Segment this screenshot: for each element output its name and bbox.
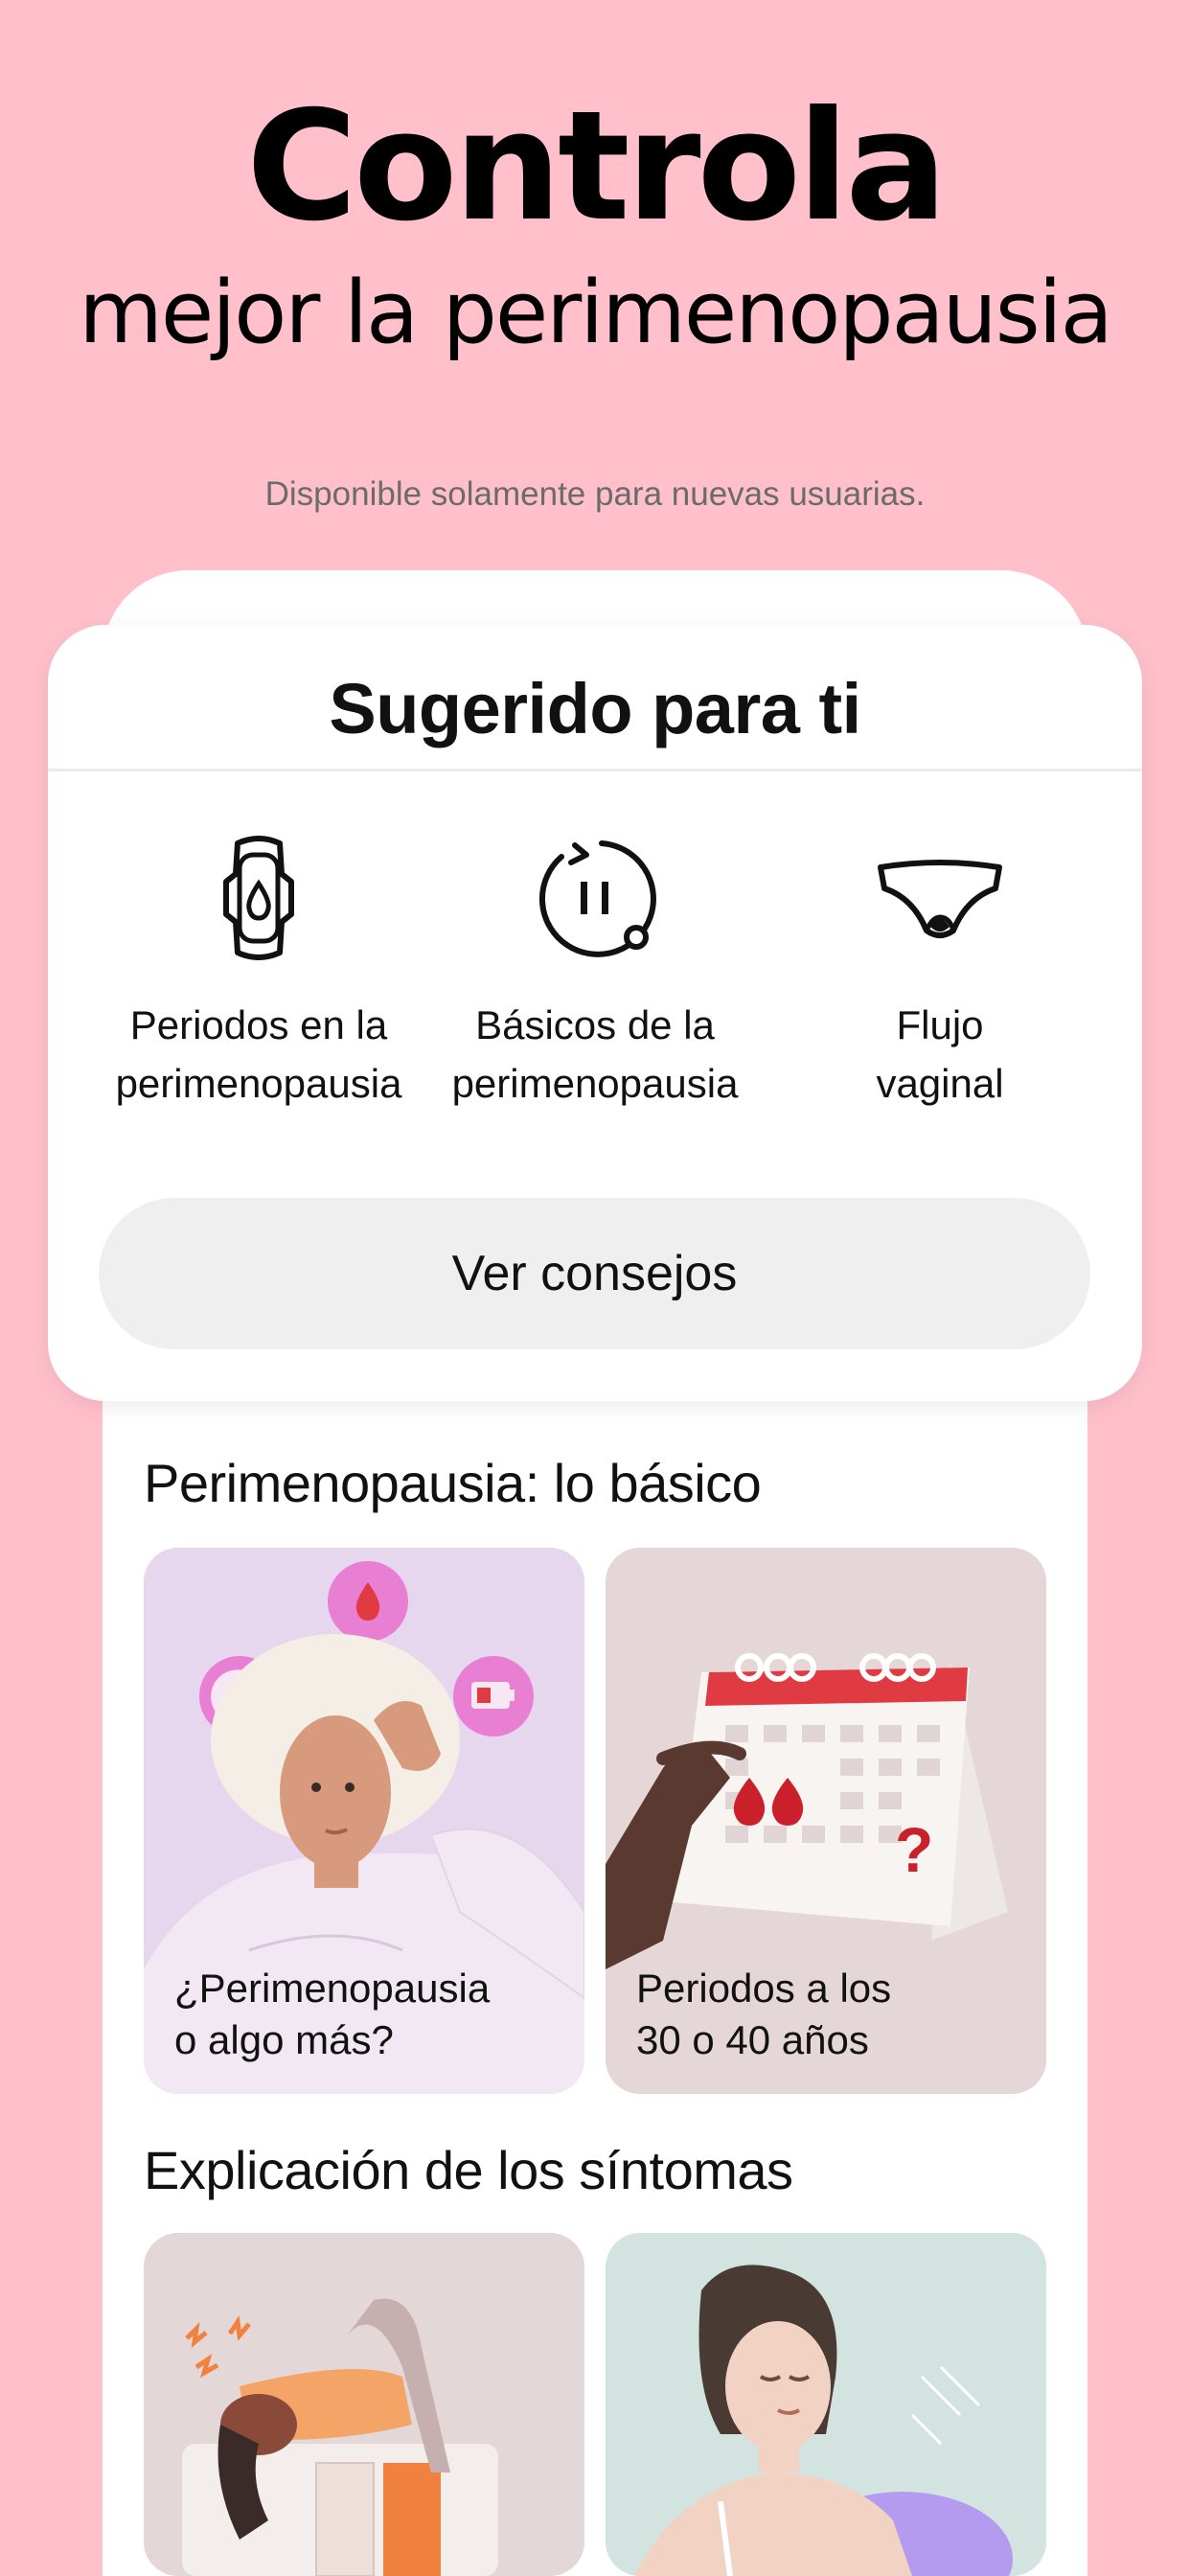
hero-title: Controla: [246, 79, 948, 255]
cycle-pause-icon: [538, 840, 656, 957]
article-tile-symptom-fatigue[interactable]: [144, 2233, 584, 2576]
woman-lying-illustration: [144, 2233, 584, 2576]
woman-meditating-illustration: [606, 2233, 1046, 2576]
topic-label: Básicos de la perimenopausia: [451, 1002, 739, 1106]
topic-perimenopause-basics[interactable]: Básicos de la perimenopausia: [413, 831, 777, 1114]
section-title-symptoms: Explicación de los síntomas: [144, 2140, 793, 2200]
topic-vaginal-discharge[interactable]: Flujo vaginal: [758, 831, 1122, 1114]
article-tile-periods-30-40[interactable]: ? Periodos a los 30 o 40 años: [606, 1548, 1046, 2094]
availability-note: Disponible solamente para nuevas usuaria…: [264, 475, 926, 513]
svg-text:?: ?: [895, 1814, 933, 1885]
hero-subtitle: mejor la perimenopausia: [79, 263, 1113, 363]
suggested-title: Sugerido para ti: [329, 669, 861, 748]
tile-label: Periodos a los 30 o 40 años: [636, 1966, 892, 2062]
tile-label: ¿Perimenopausia o algo más?: [174, 1966, 491, 2062]
pad-icon: [223, 836, 294, 960]
underwear-icon: [878, 860, 1002, 938]
divider: [48, 769, 1142, 771]
article-tile-symptom-relax[interactable]: [606, 2233, 1046, 2576]
topic-label: Periodos en la perimenopausia: [115, 1002, 402, 1106]
section-title-basics: Perimenopausia: lo básico: [144, 1453, 762, 1513]
see-tips-button[interactable]: Ver consejos: [99, 1198, 1090, 1349]
topic-perimenopause-periods[interactable]: Periodos en la perimenopausia: [77, 831, 441, 1114]
article-tile-perimenopause-or-else[interactable]: ¿Perimenopausia o algo más?: [144, 1548, 584, 2094]
suggested-card: Sugerido para ti Periodos en la perimeno…: [48, 625, 1142, 1401]
topic-label: Flujo vaginal: [876, 1002, 1004, 1106]
